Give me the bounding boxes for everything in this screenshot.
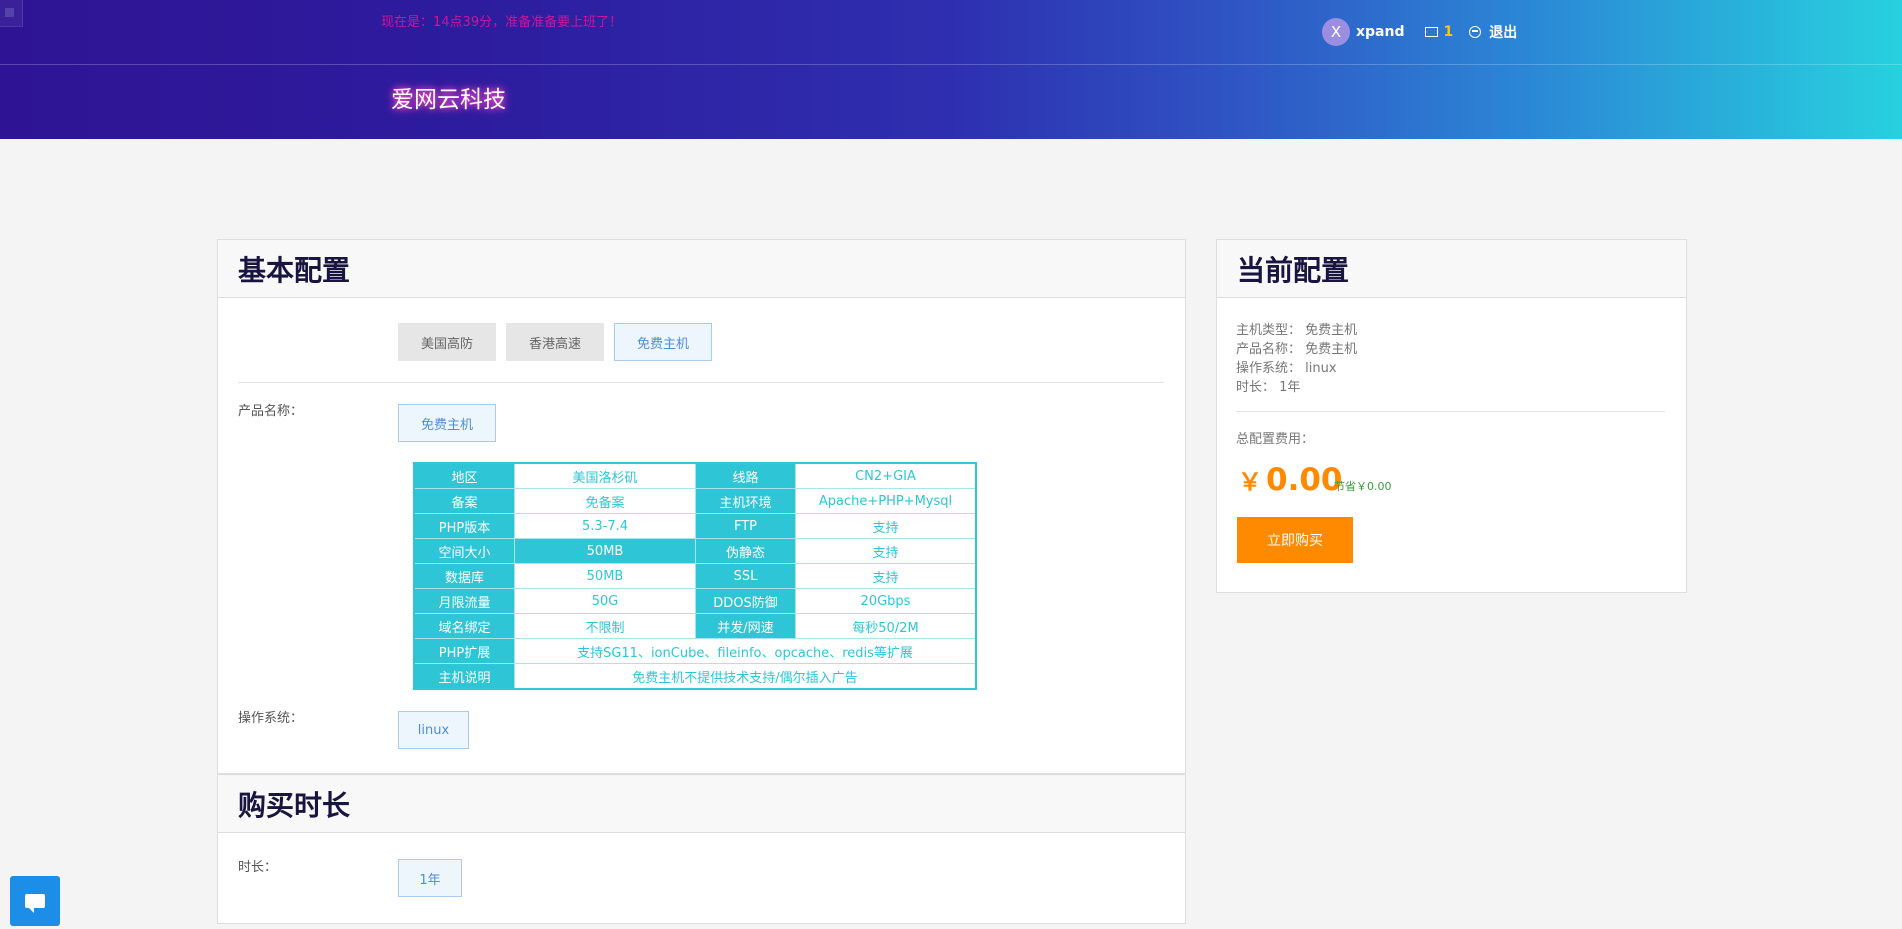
spec-value: 免费主机不提供技术支持/偶尔插入广告 <box>514 663 977 690</box>
spec-value: 50MB <box>514 538 696 564</box>
spec-key: 空间大小 <box>413 538 515 564</box>
message-count[interactable]: 1 <box>1444 24 1454 40</box>
table-row: PHP扩展 支持SG11、ionCube、fileinfo、opcache、re… <box>413 638 977 664</box>
tab-free-host[interactable]: 免费主机 <box>614 323 712 361</box>
duration-panel: 购买时长 <box>217 774 1186 924</box>
spec-value: 美国洛杉矶 <box>514 462 696 489</box>
avatar[interactable]: X <box>1322 18 1350 46</box>
spec-key: 线路 <box>695 462 796 489</box>
spec-value: 5.3-7.4 <box>514 513 696 539</box>
top-header: 现在是：14点39分，准备准备要上班了！ 爱网云科技 X xpand 1 退出 <box>0 0 1902 139</box>
spec-key: 主机环境 <box>695 488 796 514</box>
spec-key: PHP扩展 <box>413 638 515 664</box>
spec-value: CN2+GIA <box>795 462 977 489</box>
spec-table: 地区 美国洛杉矶 线路 CN2+GIA 备案 免备案 主机环境 Apache+P… <box>413 462 977 690</box>
tab-hk-fast[interactable]: 香港高速 <box>506 323 604 361</box>
spec-key: 域名绑定 <box>413 613 515 639</box>
spec-key: SSL <box>695 563 796 589</box>
user-area: X xpand 1 退出 <box>1322 18 1517 46</box>
spec-key: 伪静态 <box>695 538 796 564</box>
corner-toggle[interactable] <box>0 0 23 27</box>
table-row: 备案 免备案 主机环境 Apache+PHP+Mysql <box>413 488 977 514</box>
brand-logo-text[interactable]: 爱网云科技 <box>391 80 506 114</box>
spec-value: 支持SG11、ionCube、fileinfo、opcache、redis等扩展 <box>514 638 977 664</box>
spec-value: 每秒50/2M <box>795 613 977 639</box>
spec-key: 数据库 <box>413 563 515 589</box>
product-label: 产品名称： <box>238 404 304 419</box>
spec-value: 支持 <box>795 563 977 589</box>
spec-value: 50MB <box>514 563 696 589</box>
summary-divider <box>1236 411 1665 412</box>
duration-title: 购买时长 <box>218 775 1185 833</box>
mail-icon[interactable] <box>1424 27 1438 37</box>
basic-config-title: 基本配置 <box>218 240 1185 298</box>
table-row: 月限流量 50G DDOS防御 20Gbps <box>413 588 977 614</box>
logout-icon[interactable] <box>1469 26 1482 38</box>
spec-value: 50G <box>514 588 696 614</box>
spec-key: DDOS防御 <box>695 588 796 614</box>
currency-symbol: ￥ <box>1238 468 1262 496</box>
table-row: 域名绑定 不限制 并发/网速 每秒50/2M <box>413 613 977 639</box>
total-label: 总配置费用： <box>1236 432 1315 447</box>
spec-value: 支持 <box>795 513 977 539</box>
table-row: 主机说明 免费主机不提供技术支持/偶尔插入广告 <box>413 663 977 690</box>
type-divider <box>238 382 1164 383</box>
spec-value: 20Gbps <box>795 588 977 614</box>
product-option[interactable]: 免费主机 <box>398 404 496 442</box>
buy-now-button[interactable]: 立即购买 <box>1237 517 1353 563</box>
summary-product: 产品名称： 免费主机 <box>1236 342 1358 357</box>
spec-key: FTP <box>695 513 796 539</box>
price-value: 0.00 <box>1266 462 1343 498</box>
summary-duration: 时长： 1年 <box>1236 380 1301 395</box>
chat-icon <box>25 894 45 913</box>
saving-text: 节省￥0.00 <box>1334 480 1392 493</box>
username[interactable]: xpand <box>1356 24 1405 40</box>
table-row: PHP版本 5.3-7.4 FTP 支持 <box>413 513 977 539</box>
summary-title: 当前配置 <box>1217 240 1686 298</box>
spec-key: 备案 <box>413 488 515 514</box>
spec-key: 月限流量 <box>413 588 515 614</box>
spec-key: 并发/网速 <box>695 613 796 639</box>
table-row: 数据库 50MB SSL 支持 <box>413 563 977 589</box>
os-option-linux[interactable]: linux <box>398 711 469 749</box>
chat-button[interactable] <box>10 876 60 926</box>
duration-label: 时长： <box>238 860 278 875</box>
header-divider <box>0 64 1902 65</box>
tab-us-defense[interactable]: 美国高防 <box>398 323 496 361</box>
os-label: 操作系统： <box>238 711 304 726</box>
spec-key: PHP版本 <box>413 513 515 539</box>
time-notice: 现在是：14点39分，准备准备要上班了！ <box>381 15 623 30</box>
spec-value: 免备案 <box>514 488 696 514</box>
logout-link[interactable]: 退出 <box>1489 22 1517 42</box>
summary-host-type: 主机类型： 免费主机 <box>1236 323 1358 338</box>
summary-os: 操作系统： linux <box>1236 361 1337 376</box>
spec-key: 主机说明 <box>413 663 515 690</box>
spec-value: Apache+PHP+Mysql <box>795 488 977 514</box>
table-row: 地区 美国洛杉矶 线路 CN2+GIA <box>413 462 977 489</box>
menu-square-icon <box>5 8 14 17</box>
table-row: 空间大小 50MB 伪静态 支持 <box>413 538 977 564</box>
duration-option-1year[interactable]: 1年 <box>398 859 462 897</box>
total-price: ￥ 0.00 <box>1238 462 1343 498</box>
spec-value: 支持 <box>795 538 977 564</box>
spec-value: 不限制 <box>514 613 696 639</box>
spec-key: 地区 <box>413 462 515 489</box>
